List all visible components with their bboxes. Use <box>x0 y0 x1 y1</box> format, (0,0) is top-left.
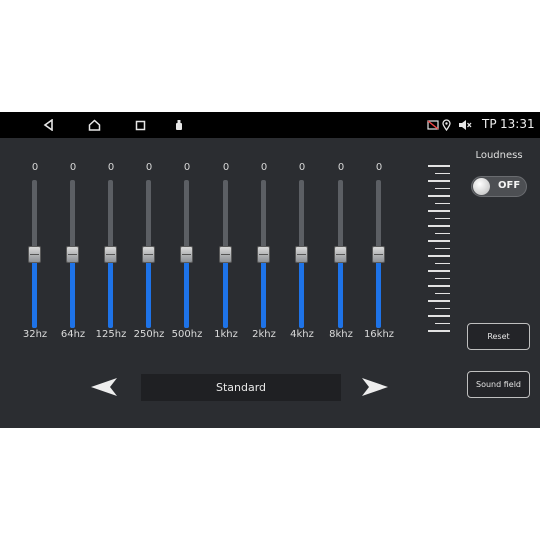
eq-slider-fill <box>146 254 151 328</box>
eq-slider-fill <box>223 254 228 328</box>
eq-band-value: 0 <box>145 162 153 173</box>
recent-apps-icon[interactable] <box>132 112 148 138</box>
eq-band-value: 0 <box>69 162 77 173</box>
scale-tick <box>428 225 450 227</box>
scale-tick <box>428 330 450 332</box>
scale-tick <box>435 277 450 279</box>
eq-slider-250hz[interactable]: 0 250hz <box>131 162 167 352</box>
eq-slider-thumb[interactable] <box>28 245 41 263</box>
loudness-label: Loudness <box>475 150 523 161</box>
scale-tick <box>428 270 450 272</box>
eq-slider-1khz[interactable]: 0 1khz <box>208 162 244 352</box>
eq-slider-thumb[interactable] <box>372 245 385 263</box>
eq-band-value: 0 <box>375 162 383 173</box>
status-bar: TP 13:31 <box>0 112 540 138</box>
scale-tick <box>428 180 450 182</box>
scale-tick <box>435 247 450 249</box>
scale-tick <box>428 165 450 167</box>
clock-time: 13:31 <box>500 117 535 131</box>
eq-slider-fill <box>108 254 113 328</box>
eq-slider-thumb[interactable] <box>257 245 270 263</box>
scale-tick <box>428 240 450 242</box>
eq-slider-fill <box>338 254 343 328</box>
scale-tick <box>435 172 450 174</box>
eq-slider-fill <box>184 254 189 328</box>
scale-tick <box>435 202 450 204</box>
eq-slider-fill <box>70 254 75 328</box>
eq-slider-32hz[interactable]: 0 32hz <box>17 162 53 352</box>
eq-band-value: 0 <box>260 162 268 173</box>
eq-slider-500hz[interactable]: 0 500hz <box>169 162 205 352</box>
sound-field-button[interactable]: Sound field <box>467 371 530 398</box>
tp-indicator: TP <box>482 117 497 131</box>
previous-preset-icon[interactable] <box>89 375 119 399</box>
loudness-toggle[interactable]: OFF <box>471 176 527 197</box>
eq-slider-4khz[interactable]: 0 4khz <box>284 162 320 352</box>
eq-slider-thumb[interactable] <box>334 245 347 263</box>
scale-tick <box>428 315 450 317</box>
eq-slider-thumb[interactable] <box>142 245 155 263</box>
scale-tick <box>428 210 450 212</box>
toggle-state-label: OFF <box>498 180 521 191</box>
volume-muted-icon <box>457 112 473 138</box>
scale-tick <box>428 300 450 302</box>
eq-slider-2khz[interactable]: 0 2khz <box>246 162 282 352</box>
eq-slider-thumb[interactable] <box>219 245 232 263</box>
scale-tick <box>435 292 450 294</box>
eq-band-value: 0 <box>107 162 115 173</box>
back-icon[interactable] <box>40 112 56 138</box>
eq-slider-fill <box>32 254 37 328</box>
scale-tick <box>435 232 450 234</box>
eq-slider-16khz[interactable]: 0 16khz <box>361 162 397 352</box>
scale-tick <box>435 187 450 189</box>
eq-band-value: 0 <box>222 162 230 173</box>
preset-name: Standard <box>141 374 341 401</box>
level-scale <box>428 165 450 335</box>
eq-band-value: 0 <box>31 162 39 173</box>
next-preset-icon[interactable] <box>360 375 390 399</box>
eq-slider-fill <box>299 254 304 328</box>
usb-icon <box>172 112 186 138</box>
eq-slider-fill <box>376 254 381 328</box>
home-icon[interactable] <box>86 112 102 138</box>
eq-slider-fill <box>261 254 266 328</box>
scale-tick <box>435 307 450 309</box>
eq-slider-64hz[interactable]: 0 64hz <box>55 162 91 352</box>
equalizer-screen: TP 13:31 0 32hz 0 64hz 0 125hz 0 250hz 0 500hz 0 1k… <box>0 112 540 428</box>
scale-tick <box>435 217 450 219</box>
scale-tick <box>435 322 450 324</box>
eq-slider-thumb[interactable] <box>66 245 79 263</box>
eq-slider-125hz[interactable]: 0 125hz <box>93 162 129 352</box>
reset-button[interactable]: Reset <box>467 323 530 350</box>
no-signal-icon <box>426 112 440 138</box>
scale-tick <box>435 262 450 264</box>
scale-tick <box>428 285 450 287</box>
location-icon <box>440 112 452 138</box>
eq-slider-thumb[interactable] <box>180 245 193 263</box>
toggle-knob <box>473 178 490 195</box>
eq-slider-thumb[interactable] <box>104 245 117 263</box>
eq-band-value: 0 <box>298 162 306 173</box>
scale-tick <box>428 255 450 257</box>
eq-band-label: 16khz <box>363 329 395 340</box>
scale-tick <box>428 195 450 197</box>
eq-slider-8khz[interactable]: 0 8khz <box>323 162 359 352</box>
eq-slider-thumb[interactable] <box>295 245 308 263</box>
eq-band-value: 0 <box>183 162 191 173</box>
eq-band-value: 0 <box>337 162 345 173</box>
